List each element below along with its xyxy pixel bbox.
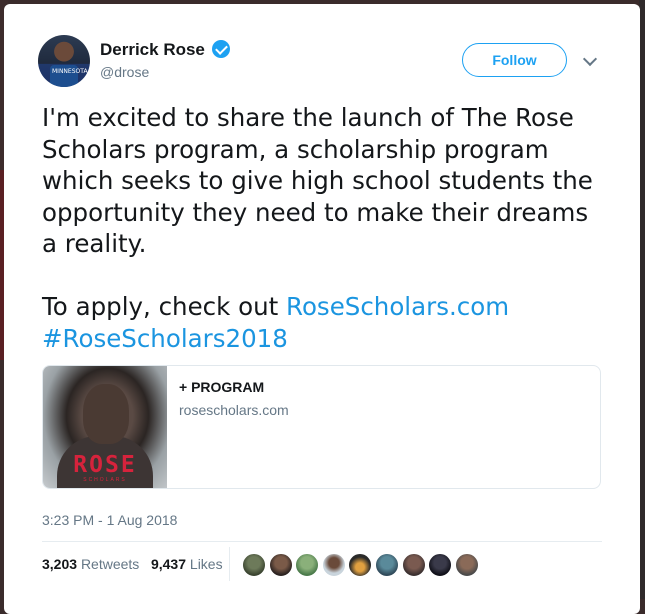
liker-avatar[interactable] xyxy=(242,553,266,577)
liker-avatar[interactable] xyxy=(428,553,453,577)
link-card-domain: rosescholars.com xyxy=(179,402,289,418)
like-label: Likes xyxy=(189,556,223,572)
tweet-stats: 3,203 Retweets 9,437 Likes xyxy=(42,556,223,572)
divider xyxy=(42,541,602,542)
liker-avatar[interactable] xyxy=(295,553,320,577)
liker-avatar[interactable] xyxy=(374,553,399,577)
tweet-line: opportunity they need to make their drea… xyxy=(42,197,589,227)
liker-avatar[interactable] xyxy=(454,553,479,577)
tweet-timestamp[interactable]: 3:23 PM - 1 Aug 2018 xyxy=(42,512,177,528)
liker-avatar[interactable] xyxy=(348,553,373,577)
follow-button[interactable]: Follow xyxy=(462,43,567,77)
tweet-line: Scholars program, a scholarship program xyxy=(42,134,549,164)
tweet-apply-line: To apply, check out RoseScholars.com xyxy=(42,291,602,323)
retweet-count: 3,203 xyxy=(42,556,78,572)
website-link[interactable]: RoseScholars.com xyxy=(286,292,509,321)
link-card-thumbnail: ROSE SCHOLARS xyxy=(43,366,167,488)
thumbnail-face xyxy=(83,384,129,444)
tweet-line: a reality. xyxy=(42,229,147,258)
retweet-stat[interactable]: 3,203 Retweets xyxy=(42,556,139,572)
tweet-line: which seeks to give high school students… xyxy=(42,166,593,195)
stats-separator xyxy=(229,547,230,581)
tweet-text: I'm excited to share the launch of The R… xyxy=(42,102,602,354)
rose-logo-subtitle: SCHOLARS xyxy=(83,477,127,483)
liker-avatar[interactable] xyxy=(321,553,346,577)
retweet-label: Retweets xyxy=(80,556,140,572)
hashtag-link[interactable]: #RoseScholars2018 xyxy=(42,324,288,353)
liker-avatars xyxy=(242,553,481,577)
verified-badge-icon xyxy=(212,40,230,58)
tweet-hashtag-line: #RoseScholars2018 xyxy=(42,323,602,355)
author-name[interactable]: Derrick Rose xyxy=(100,40,205,60)
like-count: 9,437 xyxy=(150,556,187,572)
apply-prefix: To apply, check out xyxy=(42,292,287,321)
avatar-jersey-text: MINNESOTA xyxy=(52,68,88,75)
author-handle[interactable]: @drose xyxy=(100,64,149,80)
rose-logo: ROSE xyxy=(73,452,137,478)
link-preview-card[interactable]: ROSE SCHOLARS + PROGRAM rosescholars.com xyxy=(42,365,601,489)
liker-avatar[interactable] xyxy=(268,553,293,577)
link-card-title: + PROGRAM xyxy=(179,379,265,395)
liker-avatar[interactable] xyxy=(401,553,426,577)
author-avatar[interactable]: MINNESOTA xyxy=(38,35,90,87)
tweet-line: I'm excited to share the launch of The R… xyxy=(42,103,574,132)
like-stat[interactable]: 9,437 Likes xyxy=(151,556,223,572)
